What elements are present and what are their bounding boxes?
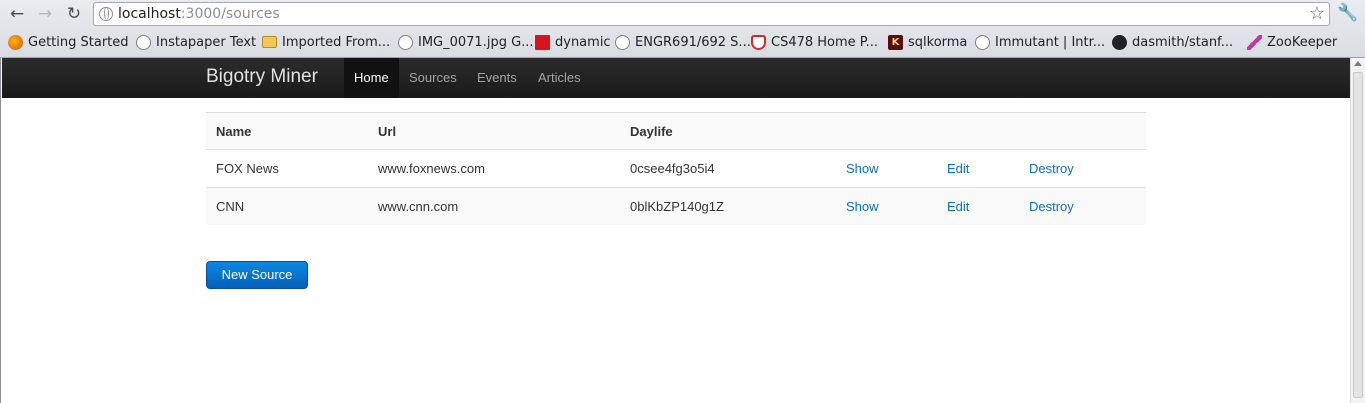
edit-link[interactable]: Edit: [947, 188, 969, 225]
globe-icon: [615, 34, 630, 50]
bookmark-imported-from[interactable]: Imported From...: [262, 33, 390, 51]
firefox-icon: [8, 34, 23, 50]
feather-icon: [1247, 34, 1262, 50]
forward-arrow-icon[interactable]: →: [34, 3, 56, 25]
bookmark-dynamic[interactable]: dynamic: [535, 33, 611, 51]
sources-table: Name Url Daylife FOX News www.foxnews.co…: [206, 112, 1146, 225]
reload-icon[interactable]: ↻: [63, 3, 85, 25]
bookmark-label: IMG_0071.jpg G...: [418, 34, 534, 50]
bookmark-getting-started[interactable]: Getting Started: [8, 33, 129, 51]
source-url: www.foxnews.com: [378, 161, 485, 176]
bookmark-dasmith[interactable]: dasmith/stanf...: [1112, 33, 1233, 51]
globe-icon: [398, 34, 413, 50]
bookmark-label: ZooKeeper: [1267, 34, 1338, 50]
new-source-button[interactable]: New Source: [206, 261, 308, 289]
folder-icon: [262, 36, 277, 48]
globe-icon: [975, 34, 990, 50]
nav-articles[interactable]: Articles: [528, 58, 591, 98]
edit-link[interactable]: Edit: [947, 150, 969, 187]
browser-chrome: ← → ↻ localhost:3000/sources ☆ 🔧 Getting…: [0, 0, 1365, 58]
browser-toolbar: ← → ↻ localhost:3000/sources ☆ 🔧: [0, 0, 1365, 29]
nav-events[interactable]: Events: [467, 58, 527, 98]
show-link[interactable]: Show: [846, 150, 879, 187]
source-daylife: 0csee4fg3o5i4: [630, 161, 715, 176]
destroy-link[interactable]: Destroy: [1029, 150, 1074, 187]
bookmark-cs478[interactable]: CS478 Home P...: [751, 33, 878, 51]
table-row: FOX News www.foxnews.com 0csee4fg3o5i4 S…: [206, 149, 1146, 187]
page-info-icon[interactable]: [99, 7, 113, 21]
show-link[interactable]: Show: [846, 188, 879, 225]
bookmark-label: Getting Started: [28, 34, 129, 50]
source-daylife: 0blKbZP140g1Z: [630, 199, 724, 214]
scroll-up-arrow-icon[interactable]: [1354, 61, 1362, 66]
bookmark-label: dasmith/stanf...: [1132, 34, 1234, 50]
bookmark-engr691[interactable]: ENGR691/692 S...: [615, 33, 751, 51]
bookmark-label: Imported From...: [282, 34, 391, 50]
red-bracket-icon: [535, 34, 550, 50]
bookmark-label: dynamic: [555, 34, 611, 50]
bookmark-label: CS478 Home P...: [771, 34, 879, 50]
header-name: Name: [216, 124, 252, 139]
back-arrow-icon[interactable]: ←: [6, 3, 28, 25]
globe-icon: [136, 34, 151, 50]
bookmark-zookeeper[interactable]: ZooKeeper: [1247, 33, 1337, 51]
source-name: CNN: [216, 199, 245, 214]
nav-sources[interactable]: Sources: [399, 58, 467, 98]
bookmark-img-0071[interactable]: IMG_0071.jpg G...: [398, 33, 534, 51]
github-icon: [1112, 34, 1127, 50]
url-host: localhost: [118, 6, 181, 22]
bookmarks-bar: Getting Started Instapaper Text Imported…: [0, 30, 1365, 55]
source-name: FOX News: [216, 161, 279, 176]
table-row: CNN www.cnn.com 0blKbZP140g1Z Show Edit …: [206, 187, 1146, 225]
bookmark-star-icon[interactable]: ☆: [1309, 3, 1325, 24]
bookmark-label: sqlkorma: [908, 34, 968, 50]
source-url: www.cnn.com: [378, 199, 459, 214]
table-header-row: Name Url Daylife: [206, 112, 1146, 149]
nav-home[interactable]: Home: [344, 58, 399, 98]
bookmark-label: Instapaper Text: [156, 34, 257, 50]
header-daylife: Daylife: [630, 124, 673, 139]
shield-icon: [751, 34, 766, 50]
bookmark-sqlkorma[interactable]: K sqlkorma: [888, 33, 967, 51]
k-icon: K: [888, 34, 903, 50]
bookmark-immutant[interactable]: Immutant | Intr...: [975, 33, 1105, 51]
page-viewport: Bigotry Miner Home Sources Events Articl…: [0, 58, 1365, 403]
destroy-link[interactable]: Destroy: [1029, 188, 1074, 225]
top-navbar: Bigotry Miner Home Sources Events Articl…: [2, 58, 1350, 98]
url-path: :3000/sources: [180, 6, 280, 22]
address-url[interactable]: localhost:3000/sources: [118, 6, 280, 22]
wrench-menu-icon[interactable]: 🔧: [1336, 3, 1360, 25]
address-bar[interactable]: localhost:3000/sources ☆: [93, 2, 1330, 26]
bookmark-instapaper[interactable]: Instapaper Text: [136, 33, 256, 51]
vertical-scrollbar[interactable]: [1350, 58, 1365, 403]
brand-logo[interactable]: Bigotry Miner: [206, 66, 318, 88]
scroll-thumb[interactable]: [1353, 72, 1363, 398]
bookmark-label: ENGR691/692 S...: [635, 34, 751, 50]
header-url: Url: [378, 124, 397, 139]
bookmark-label: Immutant | Intr...: [995, 34, 1106, 50]
